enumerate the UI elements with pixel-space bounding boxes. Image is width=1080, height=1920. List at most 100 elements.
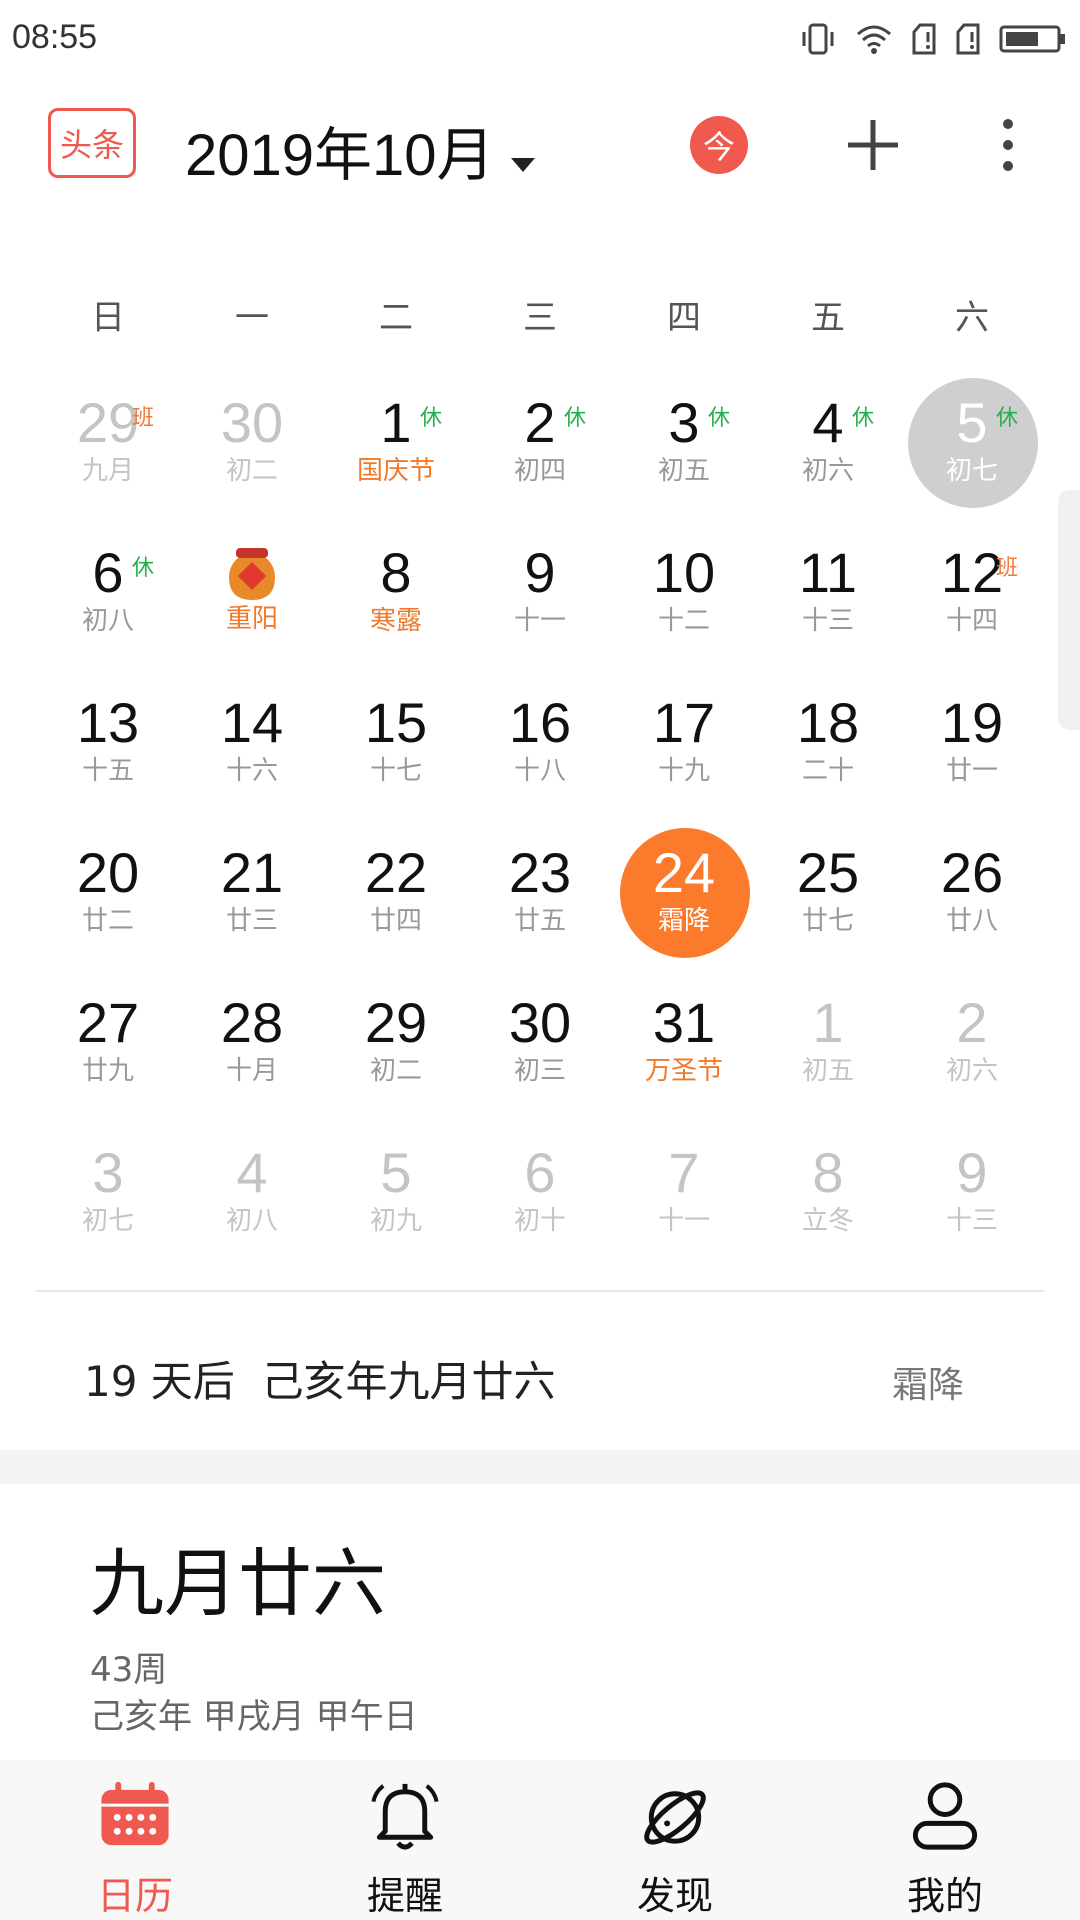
nav-reminder[interactable]: 提醒 xyxy=(270,1760,540,1920)
calendar-day-cell[interactable]: 5 初九 xyxy=(324,1120,468,1270)
calendar-day-cell[interactable]: 8 寒露 xyxy=(324,520,468,670)
calendar-day-cell[interactable]: 16 十八 xyxy=(468,670,612,820)
status-bar: 08:55 xyxy=(0,0,1080,80)
lunar-day-title: 九月廿六 xyxy=(90,1541,386,1627)
calendar-day-cell[interactable]: 17 十九 xyxy=(612,670,756,820)
calendar-day-cell[interactable]: 30 初二 xyxy=(180,370,324,520)
calendar-week-row: 13 十五 14 十六 15 十七 16 十八 17 十九 18 二十 19 廿一 xyxy=(36,670,1044,820)
festival-label: 国庆节 xyxy=(356,456,435,486)
calendar-day-cell[interactable]: 10 十二 xyxy=(612,520,756,670)
calendar-day-cell[interactable]: 1 国庆节 休 xyxy=(324,370,468,520)
side-drawer-handle[interactable] xyxy=(1058,490,1080,730)
calendar-day-cell[interactable]: 5 初七 休 xyxy=(900,370,1044,520)
calendar-day-cell[interactable]: 20 廿二 xyxy=(36,820,180,970)
calendar-day-cell[interactable]: 7 十一 xyxy=(612,1120,756,1270)
bell-icon xyxy=(371,1783,439,1850)
lunar-day-label: 初四 xyxy=(513,456,566,486)
calendar-day-cell[interactable]: 4 初六 休 xyxy=(756,370,900,520)
lunar-day-label: 十四 xyxy=(945,606,998,636)
lunar-day-label: 廿八 xyxy=(945,906,998,936)
lunar-day-label: 初七 xyxy=(945,456,998,486)
day-number: 23 xyxy=(508,841,572,904)
date-info-row: 19 天后 己亥年九月廿六 霜降 xyxy=(0,1300,1080,1450)
calendar-day-cell[interactable]: 25 廿七 xyxy=(756,820,900,970)
lunar-day-label: 十三 xyxy=(801,606,854,636)
calendar-day-cell[interactable]: 9 十三 xyxy=(900,1120,1044,1270)
day-number: 22 xyxy=(364,841,428,904)
divider xyxy=(36,1290,1044,1292)
calendar-day-cell[interactable]: 18 二十 xyxy=(756,670,900,820)
calendar-day-cell[interactable]: 30 初三 xyxy=(468,970,612,1120)
day-number: 29 xyxy=(364,991,428,1054)
month-selector[interactable]: 2019年10月 xyxy=(185,108,535,192)
calendar-day-cell[interactable]: 8 立冬 xyxy=(756,1120,900,1270)
calendar-day-cell[interactable]: 重阳 xyxy=(180,520,324,670)
nav-calendar[interactable]: 日历 xyxy=(0,1760,270,1920)
lunar-day-label: 初九 xyxy=(369,1206,422,1236)
nav-profile-label: 我的 xyxy=(906,1874,983,1918)
lunar-day-label: 廿三 xyxy=(225,906,278,936)
calendar-day-cell[interactable]: 12 十四 班 xyxy=(900,520,1044,670)
lunar-day-label: 初五 xyxy=(801,1056,854,1086)
calendar-day-cell[interactable]: 13 十五 xyxy=(36,670,180,820)
calendar-day-cell[interactable]: 21 廿三 xyxy=(180,820,324,970)
calendar-day-cell[interactable]: 14 十六 xyxy=(180,670,324,820)
day-number: 28 xyxy=(220,991,284,1054)
day-number: 4 xyxy=(236,1141,268,1204)
day-number: 3 xyxy=(668,391,700,454)
calendar-day-cell[interactable]: 29 九月 班 xyxy=(36,370,180,520)
status-time: 08:55 xyxy=(12,18,98,56)
nav-discover[interactable]: 发现 xyxy=(540,1760,810,1920)
calendar-day-cell[interactable]: 28 十月 xyxy=(180,970,324,1120)
festival-label: 寒露 xyxy=(369,606,422,636)
calendar-day-cell[interactable]: 2 初四 休 xyxy=(468,370,612,520)
calendar-day-cell[interactable]: 2 初六 xyxy=(900,970,1044,1120)
calendar-day-cell[interactable]: 19 廿一 xyxy=(900,670,1044,820)
weekday-label: 六 xyxy=(955,298,989,338)
calendar-day-cell[interactable]: 3 初七 xyxy=(36,1120,180,1270)
calendar-day-cell[interactable]: 27 廿九 xyxy=(36,970,180,1120)
toutiao-button[interactable]: 头条 xyxy=(48,108,136,178)
weekday-label: 三 xyxy=(523,298,557,338)
calendar-day-cell[interactable]: 31 万圣节 xyxy=(612,970,756,1120)
calendar-day-cell[interactable]: 23 廿五 xyxy=(468,820,612,970)
calendar-week-row: 29 九月班 30 初二 1 国庆节休 2 初四休 3 初五休 4 初六休 5 初七休 xyxy=(36,370,1044,520)
today-button[interactable]: 今 xyxy=(690,116,748,174)
day-number: 18 xyxy=(796,691,860,754)
lunar-day-label: 十八 xyxy=(513,756,566,786)
day-number: 30 xyxy=(220,391,284,454)
calendar-day-cell[interactable]: 29 初二 xyxy=(324,970,468,1120)
lunar-day-label: 十一 xyxy=(513,606,566,636)
day-number: 3 xyxy=(92,1141,124,1204)
lunar-day-label: 十一 xyxy=(657,1206,710,1236)
plus-icon[interactable] xyxy=(838,110,908,180)
day-number: 7 xyxy=(668,1141,700,1204)
day-number: 8 xyxy=(812,1141,844,1204)
day-number: 21 xyxy=(220,841,284,904)
calendar-day-cell[interactable]: 24 霜降 xyxy=(612,820,756,970)
calendar-day-cell[interactable]: 9 十一 xyxy=(468,520,612,670)
calendar-day-cell[interactable]: 6 初八 休 xyxy=(36,520,180,670)
calendar-day-cell[interactable]: 4 初八 xyxy=(180,1120,324,1270)
holiday-rest-badge: 休 xyxy=(996,406,1019,431)
more-vertical-icon[interactable] xyxy=(990,110,1026,180)
day-number: 1 xyxy=(380,391,412,454)
lunar-day-label: 初三 xyxy=(513,1056,566,1086)
calendar-day-cell[interactable]: 26 廿八 xyxy=(900,820,1044,970)
vibrate-icon xyxy=(802,23,834,55)
status-icons xyxy=(798,14,1068,64)
day-number: 31 xyxy=(652,991,716,1054)
calendar-day-cell[interactable]: 3 初五 休 xyxy=(612,370,756,520)
calendar-day-cell[interactable]: 1 初五 xyxy=(756,970,900,1120)
calendar-day-cell[interactable]: 15 十七 xyxy=(324,670,468,820)
calendar-day-cell[interactable]: 6 初十 xyxy=(468,1120,612,1270)
lunar-detail-card: 九月廿六 43周 己亥年 甲戌月 甲午日 xyxy=(0,1484,1080,1760)
calendar-week-row: 6 初八休重阳 8 寒露 9 十一 10 十二 11 十三 12 十四班 xyxy=(36,520,1044,670)
caret-down-icon xyxy=(510,158,535,172)
sim2-icon xyxy=(956,23,980,55)
calendar-day-cell[interactable]: 11 十三 xyxy=(756,520,900,670)
calendar-day-cell[interactable]: 22 廿四 xyxy=(324,820,468,970)
holiday-rest-badge: 休 xyxy=(132,556,155,581)
nav-profile[interactable]: 我的 xyxy=(810,1760,1080,1920)
day-number: 9 xyxy=(956,1141,988,1204)
